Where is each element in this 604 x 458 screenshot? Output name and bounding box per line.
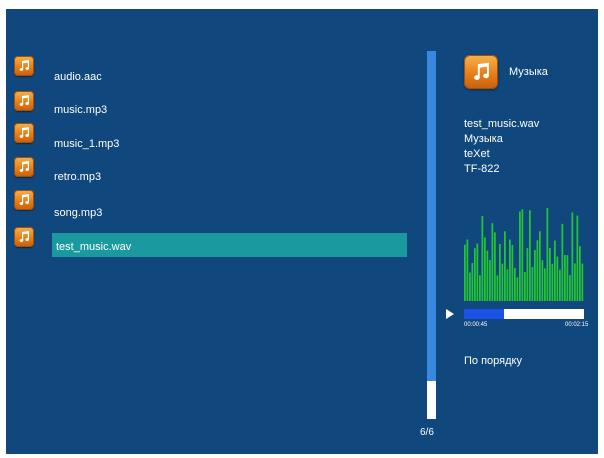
spectrum-bar: [504, 231, 506, 301]
spectrum-bar: [514, 267, 516, 301]
music-note-icon: [14, 157, 34, 177]
spectrum-bar: [471, 262, 474, 301]
spectrum-bar: [549, 248, 551, 301]
spectrum-bar: [534, 249, 536, 301]
spectrum-bar: [544, 268, 546, 301]
total-time: 00:02:15: [565, 322, 589, 328]
track-artist: teXet: [464, 148, 490, 160]
play-icon[interactable]: [446, 309, 454, 319]
list-item[interactable]: audio.aac: [54, 69, 102, 85]
progress-fill: [464, 309, 504, 319]
spectrum-bar: [489, 259, 491, 301]
spectrum-bar: [509, 239, 511, 301]
list-item[interactable]: retro.mp3: [54, 169, 101, 185]
spectrum-bar: [529, 210, 531, 301]
spectrum-bar: [484, 237, 486, 301]
spectrum-bar: [501, 263, 504, 301]
list-item[interactable]: music_1.mp3: [54, 136, 119, 152]
elapsed-time: 00:00:45: [464, 322, 488, 328]
spectrum-bar: [566, 255, 569, 301]
page-indicator: 6/6: [420, 427, 434, 438]
spectrum-bar: [546, 208, 549, 301]
spectrum-bar: [499, 244, 501, 301]
spectrum-bar: [469, 272, 471, 301]
list-scrollbar[interactable]: [427, 51, 436, 419]
track-filename: test_music.wav: [464, 118, 540, 130]
spectrum-bar: [464, 244, 466, 301]
list-item[interactable]: song.mp3: [54, 205, 102, 221]
spectrum-bar: [559, 269, 561, 301]
spectrum-bar: [531, 267, 534, 301]
music-note-icon: [14, 227, 34, 247]
music-note-icon: [14, 123, 34, 143]
music-note-icon: [14, 56, 34, 76]
spectrum-bar: [551, 263, 554, 301]
device-model: TF-822: [464, 163, 500, 175]
progress-bar[interactable]: [464, 309, 584, 319]
spectrum-bar: [574, 263, 576, 301]
music-note-icon: [14, 91, 34, 111]
spectrum-bar: [576, 215, 579, 301]
spectrum-bar: [506, 269, 509, 301]
repeat-mode[interactable]: По порядку: [464, 355, 522, 367]
spectrum-bar: [466, 239, 469, 301]
spectrum-bar: [541, 260, 544, 301]
spectrum-bar: [481, 215, 484, 301]
spectrum-bar: [511, 244, 514, 301]
spectrum-bar: [579, 246, 581, 301]
category-title: Музыка: [509, 66, 548, 78]
list-item-selected[interactable]: test_music.wav: [56, 239, 131, 255]
spectrum-bar: [524, 272, 526, 301]
spectrum-bar: [554, 240, 556, 301]
spectrum-bar: [486, 250, 489, 301]
spectrum-bar: [556, 256, 559, 301]
spectrum-bar: [561, 223, 564, 301]
spectrum-bar: [519, 211, 521, 301]
spectrum-bar: [474, 248, 476, 301]
spectrum-bar: [496, 275, 499, 301]
spectrum-bar: [564, 254, 566, 301]
spectrum-bar: [494, 232, 496, 301]
spectrum-bar: [516, 277, 519, 301]
music-note-icon: [14, 190, 34, 210]
track-album: Музыка: [464, 133, 503, 145]
spectrum-bar: [569, 275, 571, 301]
spectrum-bar: [536, 240, 539, 301]
spectrum-bar: [479, 275, 481, 301]
spectrum-bar: [491, 223, 494, 301]
spectrum-bar: [539, 231, 541, 301]
spectrum-visualizer: [464, 208, 584, 301]
scrollbar-thumb[interactable]: [427, 381, 436, 419]
spectrum-bar: [476, 243, 479, 301]
list-item[interactable]: music.mp3: [54, 102, 107, 118]
spectrum-bar: [571, 212, 574, 301]
spectrum-bar: [581, 263, 584, 301]
spectrum-bar: [521, 209, 524, 301]
music-category-icon: [464, 55, 498, 89]
spectrum-bar: [526, 248, 529, 301]
music-player-screen: audio.aac music.mp3 music_1.mp3 retro.mp…: [6, 9, 598, 454]
